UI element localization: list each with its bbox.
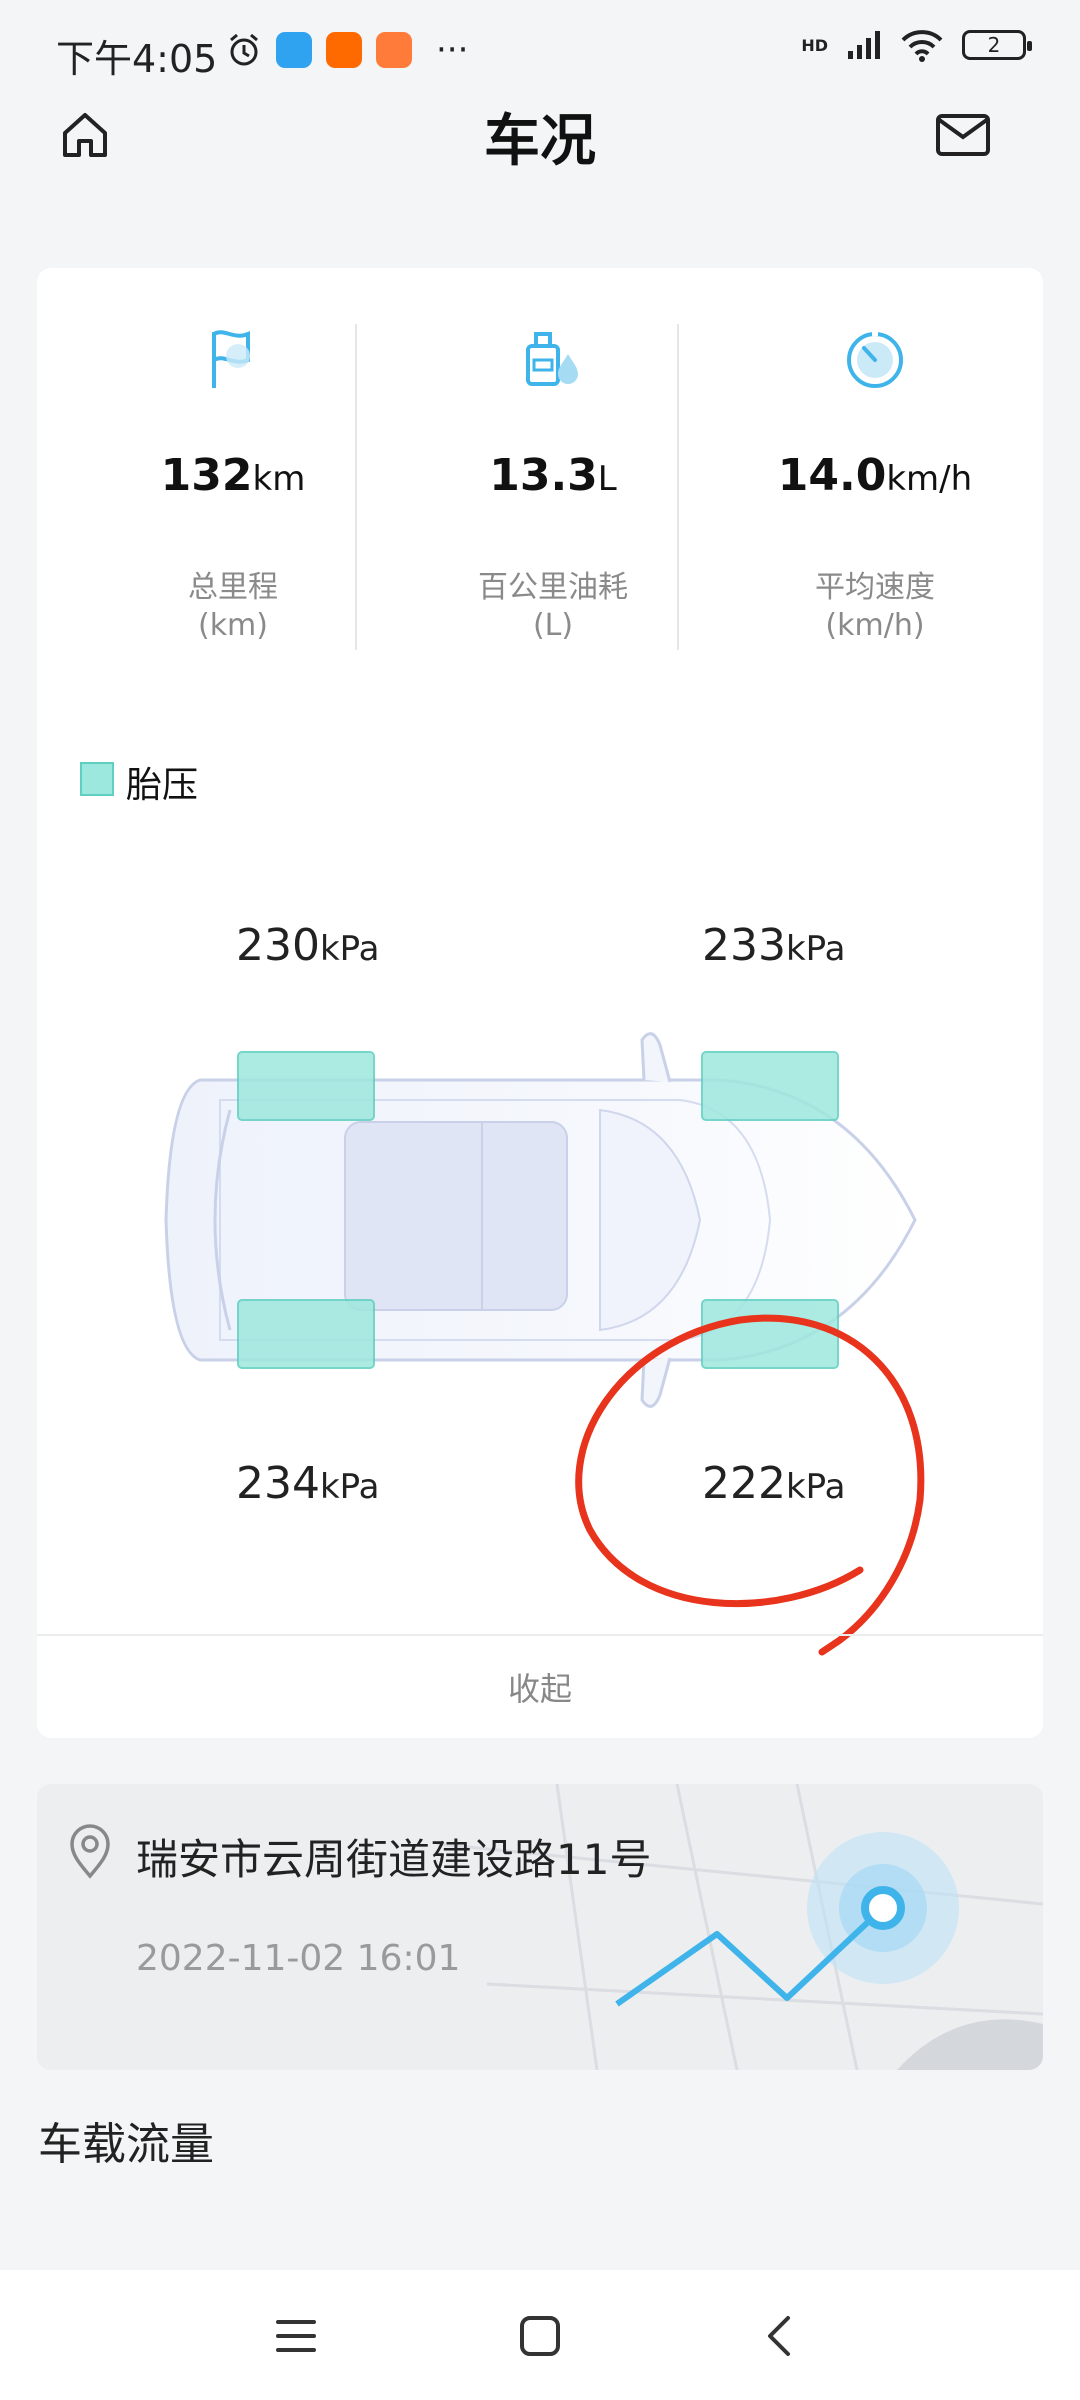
speedometer-icon	[847, 330, 903, 388]
back-icon[interactable]	[764, 2314, 796, 2358]
stat-unit: km	[252, 459, 306, 499]
status-system-icons: HD 2	[801, 28, 1032, 62]
system-navigation-bar	[0, 2270, 1080, 2400]
stat-unit: km/h	[886, 459, 973, 499]
more-notifications-icon: ···	[436, 30, 469, 70]
tire-pressure-rear-left: 234kPa	[236, 1458, 379, 1509]
menu-icon[interactable]	[274, 2316, 318, 2356]
battery-icon: 2	[962, 30, 1032, 60]
tire-pressure-value: 233	[702, 920, 786, 971]
location-pin-icon	[70, 1824, 110, 1879]
mi-shop-icon	[376, 32, 412, 68]
location-address: 瑞安市云周街道建设路11号	[136, 1835, 652, 1884]
app-notification-icon	[276, 32, 312, 68]
location-timestamp: 2022-11-02 16:01	[136, 1938, 461, 1979]
stat-divider	[355, 324, 357, 650]
stat-label: 总里程	[188, 570, 278, 605]
tire-pressure-value: 234	[236, 1458, 320, 1509]
stat-label: 平均速度	[815, 570, 935, 605]
home-nav-icon[interactable]	[518, 2314, 562, 2358]
alarm-icon	[230, 33, 258, 66]
section-title-data-usage: 车载流量	[38, 2119, 214, 2170]
tire-pressure-front-right: 233kPa	[702, 920, 845, 971]
tire-pressure-unit: kPa	[785, 929, 846, 969]
tire-pressure-unit: kPa	[319, 1467, 380, 1507]
signal-icon	[848, 31, 880, 59]
stat-sublabel: (km)	[197, 608, 268, 643]
tire-pressure-legend-label: 胎压	[126, 765, 199, 806]
battery-level: 2	[987, 33, 1001, 57]
tire-pressure-legend-swatch	[80, 762, 114, 796]
flag-icon	[212, 330, 250, 388]
stat-value: 13.3	[489, 450, 598, 501]
fuel-icon	[526, 332, 578, 386]
mail-icon	[936, 114, 990, 156]
stat-value: 14.0	[777, 450, 887, 501]
messages-button[interactable]	[928, 100, 998, 170]
tire-pressure-unit: kPa	[319, 929, 380, 969]
stat-label: 百公里油耗	[478, 570, 628, 605]
stat-sublabel: (L)	[532, 608, 574, 643]
tire-pressure-front-left: 230kPa	[236, 920, 379, 971]
collapse-button[interactable]: 收起	[37, 1664, 1043, 1710]
annotation-circle	[575, 1314, 925, 1656]
mi-app-icon	[326, 32, 362, 68]
stat-divider	[677, 324, 679, 650]
stat-unit: L	[597, 459, 617, 499]
network-label: HD	[801, 35, 828, 55]
wifi-icon	[901, 30, 943, 62]
card-divider	[37, 1634, 1043, 1636]
page-title: 车况	[484, 109, 596, 174]
status-notification-icons: ···	[226, 30, 468, 70]
tire-pressure-value: 230	[236, 920, 320, 971]
stat-value: 132	[160, 450, 253, 501]
stat-sublabel: (km/h)	[825, 608, 925, 643]
status-time: 下午4:05	[56, 37, 218, 81]
